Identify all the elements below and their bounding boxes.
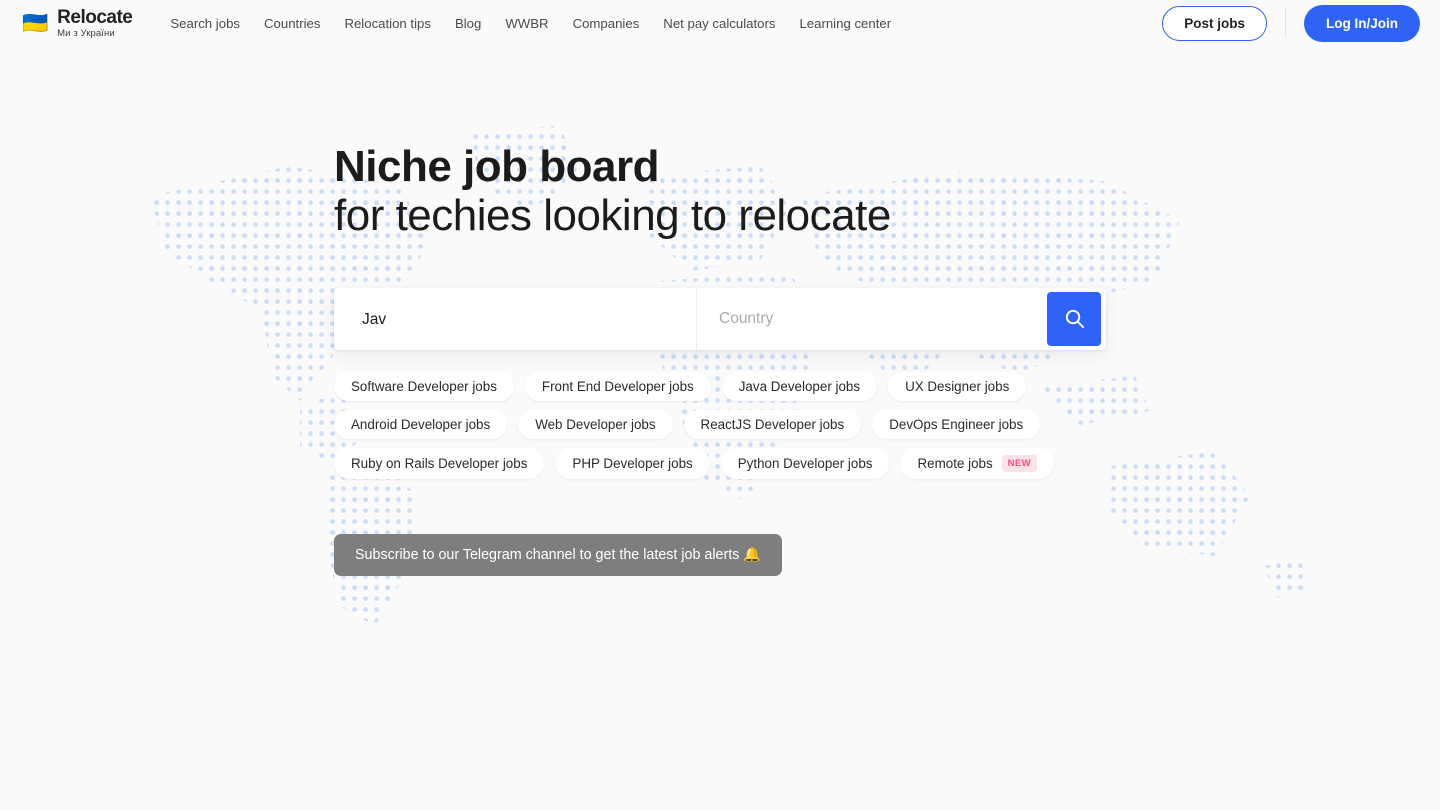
tag-devops-engineer-jobs[interactable]: DevOps Engineer jobs — [872, 410, 1040, 439]
post-jobs-button[interactable]: Post jobs — [1162, 6, 1267, 41]
job-title-input[interactable]: Jav — [334, 288, 696, 350]
telegram-subscribe-banner[interactable]: Subscribe to our Telegram channel to get… — [334, 534, 782, 576]
header-divider — [1285, 8, 1286, 38]
hero-title-line-1: Niche job board — [334, 142, 1440, 191]
nav-item-blog[interactable]: Blog — [443, 10, 493, 37]
site-header: 🇺🇦 Relocate Ми з України Search jobs Cou… — [0, 0, 1440, 46]
hero-title-line-2: for techies looking to relocate — [334, 191, 1440, 240]
nav-item-companies[interactable]: Companies — [561, 10, 652, 37]
tag-remote-jobs[interactable]: Remote jobs NEW — [900, 448, 1054, 479]
login-join-button[interactable]: Log In/Join — [1304, 5, 1420, 42]
nav-item-wwbr[interactable]: WWBR — [493, 10, 560, 37]
ukraine-flag-icon: 🇺🇦 — [22, 13, 48, 34]
tag-php-developer-jobs[interactable]: PHP Developer jobs — [555, 448, 709, 479]
nav-item-search-jobs[interactable]: Search jobs — [158, 10, 252, 37]
tag-android-developer-jobs[interactable]: Android Developer jobs — [334, 410, 507, 439]
header-actions: Post jobs Log In/Join — [1162, 5, 1420, 42]
tag-software-developer-jobs[interactable]: Software Developer jobs — [334, 372, 514, 401]
main-navigation: Search jobs Countries Relocation tips Bl… — [158, 10, 903, 37]
search-bar: Jav Country — [334, 288, 1106, 350]
nav-item-countries[interactable]: Countries — [252, 10, 332, 37]
nav-item-net-pay-calculators[interactable]: Net pay calculators — [651, 10, 787, 37]
tag-python-developer-jobs[interactable]: Python Developer jobs — [721, 448, 890, 479]
tag-reactjs-developer-jobs[interactable]: ReactJS Developer jobs — [684, 410, 862, 439]
brand-tagline: Ми з України — [57, 29, 132, 39]
nav-item-relocation-tips[interactable]: Relocation tips — [332, 10, 443, 37]
hero-title: Niche job board for techies looking to r… — [334, 142, 1440, 241]
tag-java-developer-jobs[interactable]: Java Developer jobs — [722, 372, 877, 401]
brand-name: Relocate — [57, 8, 132, 27]
tag-ux-designer-jobs[interactable]: UX Designer jobs — [888, 372, 1026, 401]
new-badge: NEW — [1002, 455, 1037, 472]
tag-web-developer-jobs[interactable]: Web Developer jobs — [518, 410, 672, 439]
tag-front-end-developer-jobs[interactable]: Front End Developer jobs — [525, 372, 711, 401]
country-input[interactable]: Country — [697, 288, 1047, 350]
search-icon — [1063, 307, 1086, 330]
tag-remote-jobs-label: Remote jobs — [917, 456, 992, 471]
brand-logo[interactable]: 🇺🇦 Relocate Ми з України — [22, 8, 132, 39]
hero-section: Niche job board for techies looking to r… — [0, 46, 1440, 663]
search-button[interactable] — [1047, 292, 1101, 346]
nav-item-learning-center[interactable]: Learning center — [787, 10, 903, 37]
tag-ruby-on-rails-developer-jobs[interactable]: Ruby on Rails Developer jobs — [334, 448, 544, 479]
popular-tags: Software Developer jobs Front End Develo… — [334, 372, 1094, 479]
